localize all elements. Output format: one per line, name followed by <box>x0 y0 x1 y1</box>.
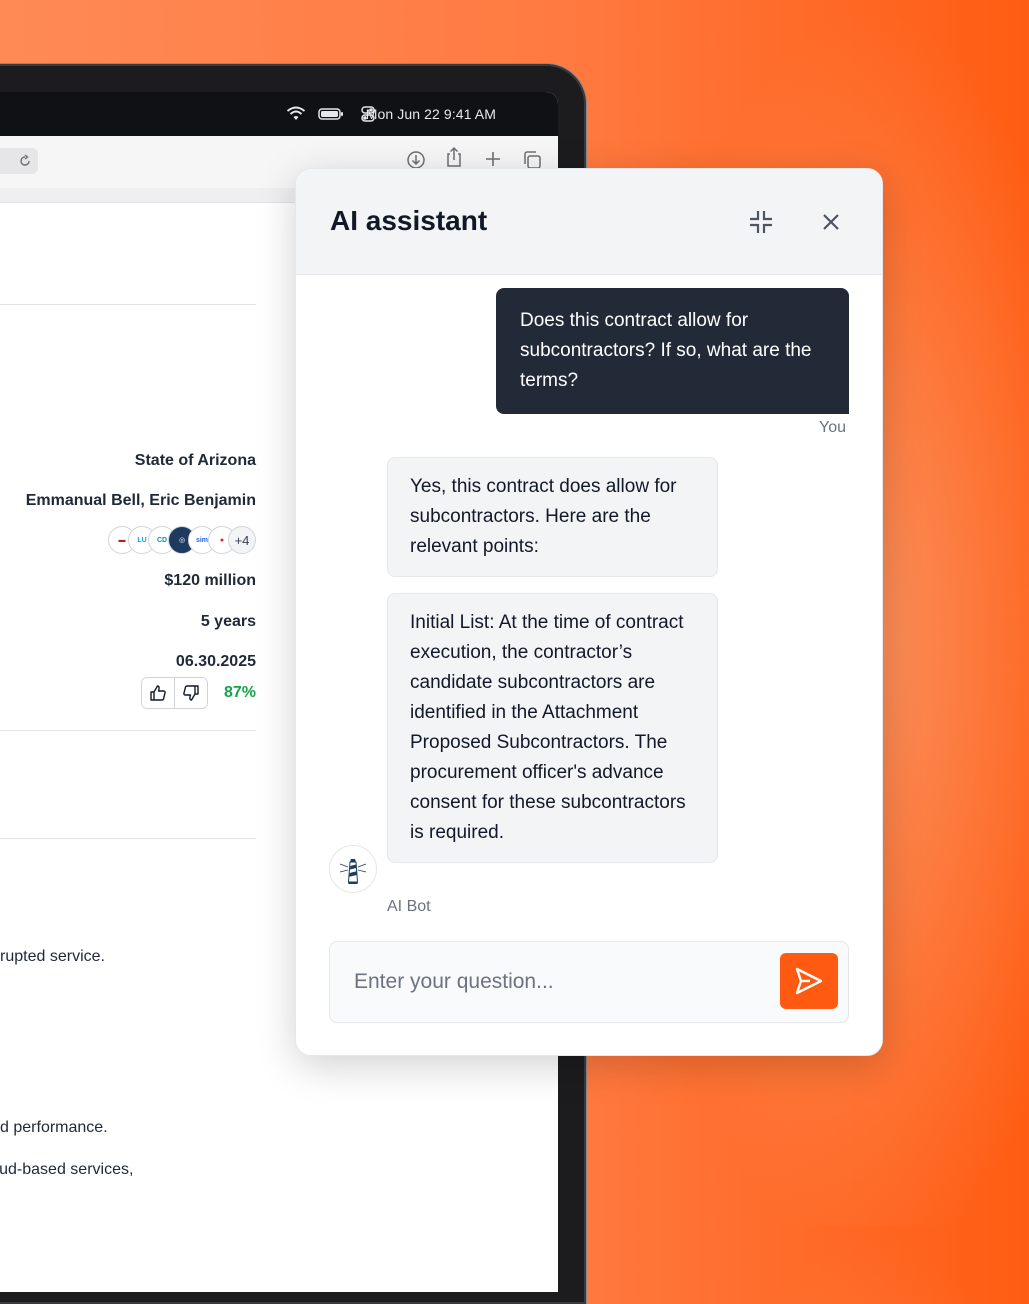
close-button[interactable] <box>816 207 846 237</box>
question-input[interactable] <box>352 964 756 1000</box>
download-icon[interactable] <box>406 150 426 170</box>
user-label: You <box>819 419 846 436</box>
field-date: 06.30.2025 <box>175 653 256 670</box>
assistant-header: AI assistant <box>296 169 882 275</box>
close-icon <box>823 214 839 230</box>
new-tab-icon[interactable] <box>484 150 502 168</box>
thumbs-up-icon <box>150 685 166 701</box>
share-icon[interactable] <box>444 146 464 168</box>
bot-message: Yes, this contract does allow for subcon… <box>387 457 718 577</box>
field-value: $120 million <box>164 572 256 589</box>
battery-icon <box>318 108 343 120</box>
bot-avatar <box>329 845 377 893</box>
bot-label: AI Bot <box>387 898 431 915</box>
user-message: Does this contract allow for subcontract… <box>496 288 849 414</box>
reload-icon[interactable] <box>18 154 32 168</box>
tabs-overview-icon[interactable] <box>522 150 542 170</box>
bot-message: Initial List: At the time of contract ex… <box>387 593 718 863</box>
address-bar[interactable] <box>0 148 38 174</box>
ai-assistant-panel: AI assistant Does this contract allow fo… <box>295 168 883 1056</box>
minimize-button[interactable] <box>746 207 776 237</box>
send-icon <box>795 967 823 995</box>
divider <box>0 730 256 731</box>
divider <box>0 304 256 305</box>
collapse-icon <box>750 211 772 233</box>
document-text-line: ninterrupted service. <box>0 948 105 965</box>
document-text-line: ne and performance. <box>0 1119 108 1136</box>
lighthouse-icon <box>339 859 367 884</box>
field-agency: State of Arizona <box>134 452 256 469</box>
field-contacts: Emmanual Bell, Eric Benjamin <box>25 492 256 509</box>
vendor-logos[interactable]: ▬ LU CD ◎ sim ● +4 <box>108 526 256 554</box>
document-text-line: or cloud-based services, <box>0 1161 134 1178</box>
more-vendors-badge[interactable]: +4 <box>228 526 256 554</box>
thumbs-down-button[interactable] <box>173 678 207 708</box>
assistant-title: AI assistant <box>330 205 488 236</box>
wifi-icon <box>286 106 306 120</box>
question-input-container <box>329 941 849 1023</box>
send-button[interactable] <box>780 953 838 1009</box>
thumbs-up-button[interactable] <box>141 678 174 708</box>
feedback-rating: 87% <box>140 677 256 709</box>
confidence-score: 87% <box>223 684 256 701</box>
menubar-clock: Mon Jun 22 9:41 AM <box>365 106 496 122</box>
thumbs-down-icon <box>183 685 199 701</box>
field-duration: 5 years <box>200 613 256 630</box>
feedback-buttons <box>140 677 208 709</box>
menu-bar: Mon Jun 22 9:41 AM <box>0 92 558 136</box>
divider <box>0 838 256 839</box>
